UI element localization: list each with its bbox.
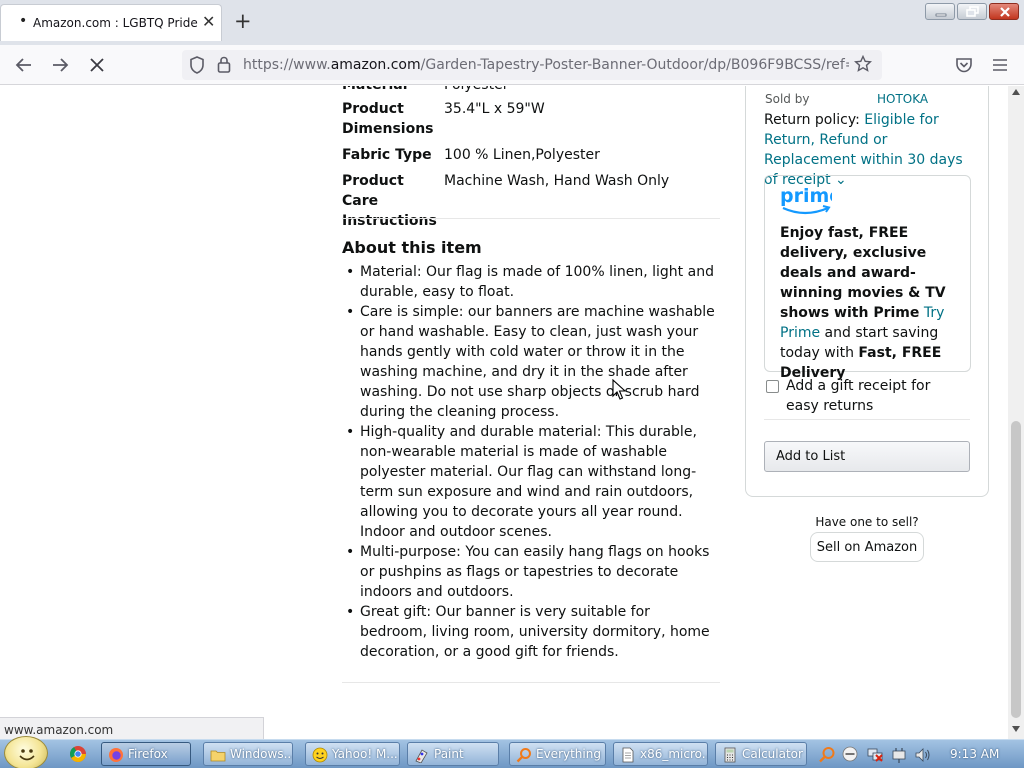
taskbar-clock[interactable]: 9:13 AM [950, 747, 999, 761]
about-bullet: Care is simple: our banners are machine … [342, 302, 720, 422]
everything-search-tray-icon[interactable] [818, 746, 836, 764]
tab-close-icon[interactable]: ✕ [202, 12, 215, 31]
taskbar-label: Windows... [230, 747, 293, 761]
calculator-icon [724, 747, 736, 763]
about-bullet: Great gift: Our banner is very suitable … [342, 602, 720, 662]
power-plug-icon[interactable] [890, 746, 908, 764]
taskbar-button-everything[interactable]: Everything [509, 742, 606, 766]
sell-on-amazon-button[interactable]: Sell on Amazon [810, 532, 924, 562]
scrollbar-thumb[interactable] [1011, 421, 1021, 718]
prime-logo-icon: prime [780, 185, 832, 215]
divider [342, 218, 720, 219]
hamburger-menu-icon[interactable] [991, 56, 1009, 74]
divider [764, 419, 970, 420]
mouse-cursor-icon [612, 379, 626, 400]
taskbar-button-paint[interactable]: Paint [407, 742, 499, 766]
new-tab-button[interactable]: + [234, 9, 252, 33]
url-domain: amazon.com [330, 57, 421, 73]
prime-logo-text: prime [780, 185, 832, 207]
page-content: Material Polyester Product Dimensions 35… [0, 86, 1008, 716]
pocket-icon[interactable] [955, 56, 973, 74]
start-button[interactable] [4, 736, 48, 768]
spec-label: Material [342, 86, 442, 95]
document-icon [622, 747, 634, 763]
taskbar-button-windows-explorer[interactable]: Windows... [203, 742, 293, 766]
tracking-protection-shield-icon[interactable] [189, 56, 205, 74]
taskbar-label: Paint [434, 747, 464, 761]
paint-icon [415, 749, 428, 763]
firefox-icon [109, 748, 123, 762]
scroll-up-arrow-icon[interactable] [1012, 89, 1020, 95]
smiley-start-icon [19, 749, 35, 761]
network-disconnected-icon[interactable] [866, 746, 884, 764]
back-arrow-icon[interactable] [15, 56, 33, 74]
have-one-to-sell-label: Have one to sell? [815, 515, 919, 529]
restore-button[interactable] [957, 3, 987, 20]
sold-by-label: Sold by [765, 92, 810, 106]
close-icon [1000, 7, 1010, 17]
bookmark-star-icon[interactable] [854, 55, 872, 73]
taskbar-button-firefox[interactable]: Firefox [101, 742, 191, 766]
vertical-scrollbar[interactable] [1008, 86, 1024, 740]
forward-arrow-icon[interactable] [51, 56, 69, 74]
taskbar-label: Everything [536, 747, 601, 761]
gift-receipt-checkbox[interactable] [766, 380, 779, 393]
minimize-button[interactable] [925, 3, 955, 20]
windows-taskbar: Firefox Windows... Yahoo! M... Paint Eve… [0, 736, 1024, 768]
taskbar-label: Calculator [742, 747, 803, 761]
spec-label: Fabric Type [342, 147, 432, 163]
taskbar-button-x86-micro[interactable]: x86_micro... [613, 742, 708, 766]
chrome-icon[interactable] [69, 745, 87, 763]
tab-title: Amazon.com : LGBTQ Pride Stu [33, 16, 201, 30]
spec-value: Machine Wash, Hand Wash Only [444, 173, 670, 189]
divider [342, 682, 720, 683]
add-to-list-button[interactable]: Add to List [764, 441, 970, 472]
about-bullet-list: Material: Our flag is made of 100% linen… [342, 262, 720, 662]
about-bullet: Multi-purpose: You can easily hang flags… [342, 542, 720, 602]
address-bar[interactable]: https://www.amazon.com/Garden-Tapestry-P… [182, 50, 882, 80]
buy-box: Sold by HOTOKA Return policy: Eligible f… [745, 86, 989, 497]
minimize-icon [935, 13, 947, 17]
about-bullet: High-quality and durable material: This … [342, 422, 720, 542]
taskbar-button-calculator[interactable]: Calculator [715, 742, 807, 766]
seller-link[interactable]: HOTOKA [877, 92, 928, 106]
taskbar-label: Yahoo! M... [332, 747, 398, 761]
url-text[interactable]: https://www.amazon.com/Garden-Tapestry-P… [243, 57, 849, 73]
prime-promo-bold: Enjoy fast, FREE delivery, exclusive dea… [780, 225, 946, 321]
scroll-down-arrow-icon[interactable] [1012, 726, 1020, 732]
prime-promo-text: Enjoy fast, FREE delivery, exclusive dea… [780, 223, 965, 383]
gift-receipt-label[interactable]: Add a gift receipt for easy returns [786, 376, 966, 416]
tab-loading-indicator: • [19, 13, 28, 29]
taskbar-button-yahoo-messenger[interactable]: Yahoo! M... [305, 742, 400, 766]
url-prefix: https://www. [243, 57, 331, 73]
spec-value: Polyester [444, 86, 508, 95]
taskbar-label: x86_micro... [640, 747, 708, 761]
return-policy-label: Return policy: [764, 112, 860, 128]
close-window-button[interactable] [989, 3, 1019, 20]
spec-label: Product Care Instructions [342, 173, 437, 229]
spec-value: 35.4"L x 59"W [444, 101, 545, 117]
about-bullet: Material: Our flag is made of 100% linen… [342, 262, 720, 302]
yahoo-messenger-icon [312, 747, 328, 763]
stop-loading-icon[interactable] [88, 56, 106, 74]
prime-promo: prime Enjoy fast, FREE delivery, exclusi… [764, 175, 971, 381]
taskbar-label: Firefox [128, 747, 168, 761]
spec-label: Product Dimensions [342, 101, 434, 137]
navigation-toolbar: https://www.amazon.com/Garden-Tapestry-P… [0, 45, 1024, 85]
link-status-bar: www.amazon.com [0, 717, 264, 739]
tab-amazon[interactable]: • Amazon.com : LGBTQ Pride Stu ✕ [0, 4, 222, 41]
url-path: /Garden-Tapestry-Poster-Banner-Outdoor/d… [420, 57, 849, 73]
tray-app-icon[interactable] [842, 746, 858, 762]
restore-icon [966, 6, 979, 17]
lock-icon[interactable] [217, 56, 231, 73]
tab-strip: • Amazon.com : LGBTQ Pride Stu ✕ + [0, 0, 1024, 45]
folder-icon [210, 750, 226, 762]
spec-value: 100 % Linen,Polyester [444, 147, 600, 163]
search-icon [516, 748, 531, 763]
volume-speaker-icon[interactable] [914, 746, 932, 764]
about-this-item-heading: About this item [342, 238, 482, 257]
